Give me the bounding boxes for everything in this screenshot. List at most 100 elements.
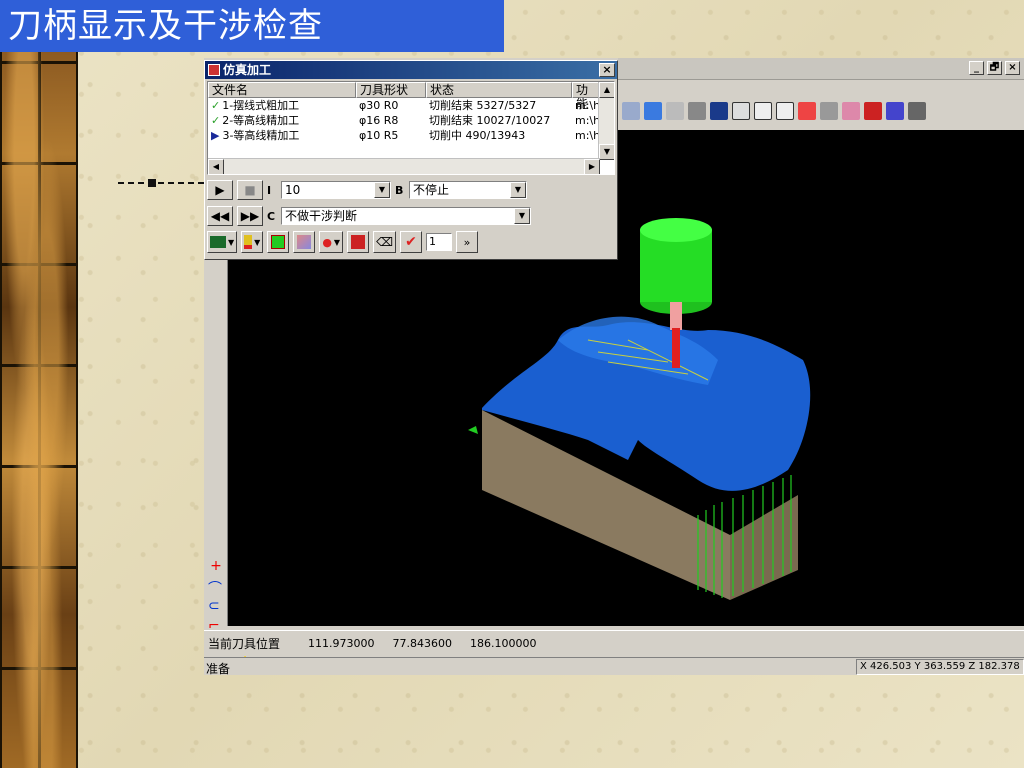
cut-status: 切削结束 5327/5327 [429,99,537,112]
line-icon[interactable] [688,102,706,120]
measure-icon[interactable] [908,102,926,120]
file-name: 3-等高线精加工 [222,129,300,142]
rewind-button[interactable]: ◀◀ [207,206,233,226]
stock-display-button[interactable]: ▼ [207,231,238,253]
leader-dot [148,179,156,187]
app-title-bar: _ 🗗 × [618,58,1024,80]
position-z: 186.100000 [470,637,537,650]
list-icon[interactable] [754,102,772,120]
restore-button[interactable]: 🗗 [987,61,1002,75]
interval-value: 10 [285,183,301,197]
slide-title: 刀柄显示及干涉检查 [0,0,504,52]
horizontal-scrollbar[interactable]: ◀ ▶ [208,158,600,174]
list-item[interactable]: ▶ 3-等高线精加工 φ10 R5 切削中 490/13943 m:\h [208,128,614,143]
playback-row-2: ◀◀ ▶▶ C 不做干涉判断 ▼ [207,205,531,227]
point-display-button[interactable]: ● ▼ [319,231,344,253]
tool-display-button[interactable]: ▼ [241,231,264,253]
count-input[interactable]: 1 [426,233,453,251]
fast-forward-button[interactable]: ▶▶ [237,206,263,226]
chevron-down-icon: ▼ [254,237,261,247]
display-options-row: ▼ ▼ ● ▼ ⌫ ✔ 1 » [207,231,479,253]
holder-icon [271,235,286,249]
col-status[interactable]: 状态 [426,82,572,98]
view-toolbar [618,98,1024,124]
chevron-down-icon[interactable]: ▼ [510,182,526,198]
file-name: 1-摆线式粗加工 [222,99,300,112]
close-app-button[interactable]: × [1005,61,1020,75]
position-x: 111.973000 [308,637,375,650]
eraser-icon: ⌫ [376,235,394,249]
holder-display-button[interactable] [267,231,290,253]
path-icon [297,235,312,249]
list-item[interactable]: ✓ 2-等高线精加工 φ16 R8 切削结束 10027/10027 m:\h [208,113,614,128]
file-list-header: 文件名 刀具形状 状态 功能 [208,82,614,111]
decorative-left-border [0,0,78,768]
sim-panel-title: 仿真加工 [223,63,272,77]
col-function[interactable]: 功能 [572,82,600,111]
shade-icon[interactable] [864,102,882,120]
file-path: m:\h [575,99,600,112]
sim-close-button[interactable]: × [599,63,615,77]
position-label: 当前刀具位置 [208,637,281,651]
tool-shape: φ10 R5 [359,129,399,142]
table-icon[interactable] [776,102,794,120]
cut-status: 切削中 490/13943 [429,129,526,142]
erase-button[interactable]: ⌫ [373,231,397,253]
confirm-button[interactable]: ✔ [400,231,423,253]
play-indicator-icon: ▶ [211,129,220,142]
tool-shape: φ30 R0 [359,99,399,112]
break-label: B [395,183,404,197]
minimize-button[interactable]: _ [969,61,984,75]
file-name: 2-等高线精加工 [222,114,300,127]
stock-icon [210,236,226,248]
toolpath-icon[interactable] [842,102,860,120]
interval-select[interactable]: 10 ▼ [281,181,391,199]
list-item[interactable]: ✓ 1-摆线式粗加工 φ30 R0 切削结束 5327/5327 m:\h [208,98,614,113]
scroll-up-icon[interactable]: ▲ [599,82,614,98]
play-button[interactable]: ▶ [207,180,233,200]
file-path: m:\h [575,114,600,127]
select-icon[interactable] [622,102,640,120]
col-filename[interactable]: 文件名 [208,82,356,98]
arc-icon[interactable]: ⌒ [208,578,224,597]
more-button[interactable]: » [456,231,479,253]
solid-view-icon[interactable] [710,102,728,120]
col-tool-shape[interactable]: 刀具形状 [356,82,426,98]
arc-add-icon[interactable]: ⊂ [208,598,224,614]
point-icon: ● [322,235,332,249]
scroll-right-icon[interactable]: ▶ [584,159,600,174]
file-path: m:\h [575,129,600,142]
add-point-icon[interactable]: + [208,558,224,574]
chevron-down-icon: ▼ [333,237,341,247]
check-label: C [267,209,276,223]
chevron-down-icon[interactable]: ▼ [374,182,390,198]
points-icon[interactable] [798,102,816,120]
vertical-scrollbar[interactable]: ▲ ▼ [598,82,614,160]
scroll-down-icon[interactable]: ▼ [599,144,614,160]
status-ready-text: 准备 [206,662,231,676]
cut-status: 切削结束 10027/10027 [429,114,551,127]
check-icon: ✓ [211,99,221,112]
chevron-down-icon[interactable]: ▼ [514,208,530,224]
solid-button[interactable] [347,231,370,253]
sim-panel-titlebar[interactable]: 仿真加工 × [205,61,617,79]
solid-icon [351,235,366,249]
tool-position-bar: 当前刀具位置 111.973000 77.843600 186.100000 [204,630,1024,656]
checkmark-icon: ✔ [405,234,417,250]
interval-label: I [267,183,272,197]
simulation-panel: 仿真加工 × 文件名 刀具形状 状态 功能 ✓ 1-摆线式粗加工 φ30 R0 切… [204,60,618,260]
check-icon: ✓ [211,114,221,127]
info-icon[interactable] [886,102,904,120]
scroll-left-icon[interactable]: ◀ [208,159,224,174]
pan-icon[interactable] [644,102,662,120]
toolpath-file-list[interactable]: 文件名 刀具形状 状态 功能 ✓ 1-摆线式粗加工 φ30 R0 切削结束 532… [207,81,615,175]
status-bar: 准备 X 426.503 Y 363.559 Z 182.378 [204,657,1024,676]
interference-check-select[interactable]: 不做干涉判断 ▼ [281,207,531,225]
break-mode-select[interactable]: 不停止 ▼ [409,181,527,199]
break-mode-value: 不停止 [413,183,450,197]
path-display-button[interactable] [293,231,316,253]
layers-icon[interactable] [820,102,838,120]
rotate-icon[interactable] [666,102,684,120]
stop-button[interactable]: ■ [237,180,263,200]
wireframe-view-icon[interactable] [732,102,750,120]
